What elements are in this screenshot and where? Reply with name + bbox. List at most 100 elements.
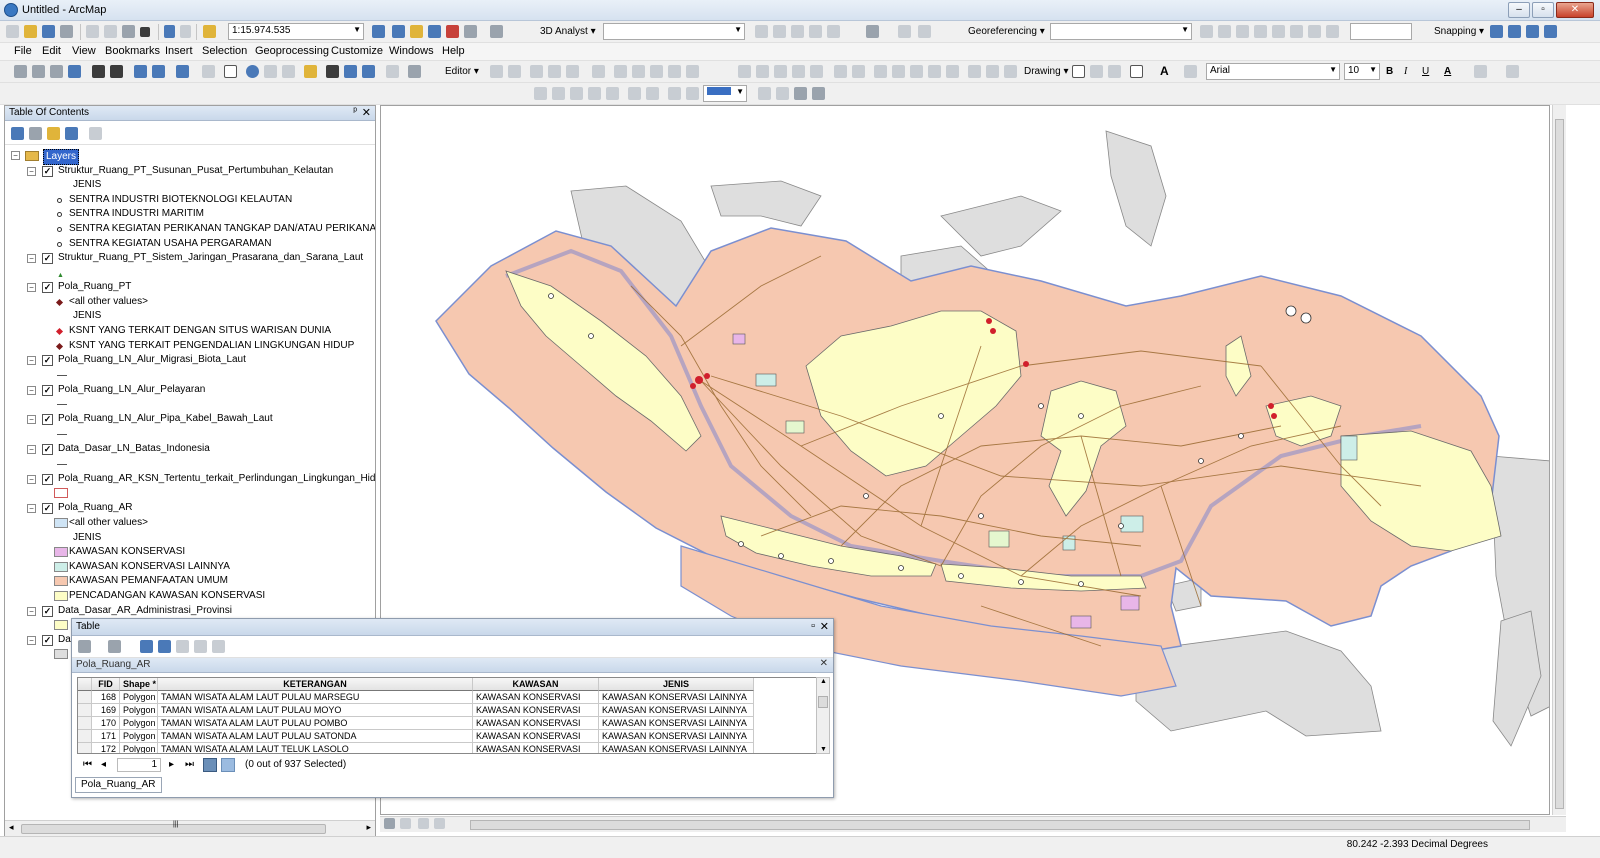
layer-visibility-checkbox[interactable]: ✓ — [42, 635, 53, 646]
menu-edit[interactable]: Edit — [42, 45, 61, 57]
time-slider-icon[interactable] — [386, 65, 399, 78]
3d-tool-7-icon[interactable] — [918, 25, 931, 38]
create-viewer-icon[interactable] — [408, 65, 421, 78]
close-button[interactable]: ✕ — [1556, 2, 1594, 18]
column-header[interactable]: KETERANGAN — [158, 678, 473, 691]
go-forward-icon[interactable] — [152, 65, 165, 78]
topology-tool-8-icon[interactable] — [874, 65, 887, 78]
map-scale-combo[interactable]: 1:15.974.535 ▼ — [228, 23, 364, 40]
topology-tool-1-icon[interactable] — [738, 65, 751, 78]
list-by-selection-icon[interactable] — [65, 127, 78, 140]
cut-icon[interactable] — [86, 25, 99, 38]
topology-tool-7-icon[interactable] — [852, 65, 865, 78]
model-builder-icon[interactable] — [490, 25, 503, 38]
layout-tool-9-icon[interactable] — [686, 87, 699, 100]
topology-tool-4-icon[interactable] — [792, 65, 805, 78]
menu-windows[interactable]: Windows — [389, 45, 434, 57]
arctoolbox-icon[interactable] — [446, 25, 459, 38]
3d-tool-6-icon[interactable] — [898, 25, 911, 38]
georef-tool-5-icon[interactable] — [1272, 25, 1285, 38]
print-icon[interactable] — [60, 25, 73, 38]
underline-button[interactable]: U — [1422, 66, 1429, 77]
collapse-icon[interactable]: − — [11, 151, 20, 160]
map-horizontal-scrollbar[interactable] — [380, 816, 1566, 832]
layout-tool-11-icon[interactable] — [776, 87, 789, 100]
toc-layer[interactable]: − ✓ Data_Dasar_AR_Administrasi_Provinsi — [5, 604, 373, 618]
toc-layer[interactable]: − ✓ Pola_Ruang_PT — [5, 280, 373, 294]
row-selector[interactable] — [78, 743, 92, 753]
select-elements-icon[interactable] — [224, 65, 237, 78]
zoom-out-icon[interactable] — [32, 65, 45, 78]
identify-icon[interactable] — [246, 65, 259, 78]
grid-scroll-down-icon[interactable]: ▼ — [820, 746, 827, 753]
georef-tool-2-icon[interactable] — [1218, 25, 1231, 38]
toc-layer[interactable]: − ✓ Pola_Ruang_LN_Alur_Pipa_Kabel_Bawah_La… — [5, 412, 373, 426]
topology-tool-13-icon[interactable] — [968, 65, 981, 78]
topology-tool-10-icon[interactable] — [910, 65, 923, 78]
menu-customize[interactable]: Customize — [331, 45, 383, 57]
catalog-window-icon[interactable] — [410, 25, 423, 38]
pin-icon[interactable]: ᵖ — [353, 106, 357, 117]
end-point-arc-icon[interactable] — [548, 65, 561, 78]
layout-tool-5-icon[interactable] — [606, 87, 619, 100]
drawing-menu[interactable]: Drawing ▾ — [1024, 66, 1068, 77]
toc-layer[interactable]: − ✓ Pola_Ruang_AR_KSN_Tertentu_terkait_Per… — [5, 472, 375, 486]
layer-visibility-checkbox[interactable]: ✓ — [42, 253, 53, 264]
measure-icon[interactable] — [304, 65, 317, 78]
topology-tool-2-icon[interactable] — [756, 65, 769, 78]
row-selector[interactable] — [78, 730, 92, 743]
show-all-records-icon[interactable] — [203, 758, 217, 772]
layer-visibility-checkbox[interactable]: ✓ — [42, 606, 53, 617]
clear-table-selection-icon[interactable] — [176, 640, 189, 653]
collapse-icon[interactable]: − — [27, 636, 36, 645]
list-by-source-icon[interactable] — [29, 127, 42, 140]
column-header[interactable]: JENIS — [599, 678, 754, 691]
toc-layer[interactable]: − ✓ Pola_Ruang_AR — [5, 501, 373, 515]
callout-icon[interactable] — [1184, 65, 1197, 78]
layer-visibility-checkbox[interactable]: ✓ — [42, 414, 53, 425]
collapse-icon[interactable]: − — [27, 475, 36, 484]
drawing-select-icon[interactable] — [1072, 65, 1085, 78]
toc-layer[interactable]: − ✓ Struktur_Ruang_PT_Susunan_Pusat_Pertum… — [5, 164, 373, 178]
topology-tool-5-icon[interactable] — [810, 65, 823, 78]
layout-tool-3-icon[interactable] — [570, 87, 583, 100]
layout-tool-2-icon[interactable] — [552, 87, 565, 100]
select-features-icon[interactable] — [176, 65, 189, 78]
switch-selection-icon[interactable] — [158, 640, 171, 653]
georef-tool-1-icon[interactable] — [1200, 25, 1213, 38]
layout-zoom-combo[interactable]: ▼ — [703, 85, 747, 102]
georef-tool-6-icon[interactable] — [1290, 25, 1303, 38]
topology-tool-15-icon[interactable] — [1004, 65, 1017, 78]
rotate-element-icon[interactable] — [1090, 65, 1103, 78]
topology-tool-3-icon[interactable] — [774, 65, 787, 78]
show-selected-records-icon[interactable] — [221, 758, 235, 772]
goto-xy-icon[interactable] — [362, 65, 375, 78]
topology-tool-12-icon[interactable] — [946, 65, 959, 78]
menu-geoprocessing[interactable]: Geoprocessing — [255, 45, 329, 57]
snapping-menu[interactable]: Snapping ▾ — [1434, 26, 1484, 37]
layer-visibility-checkbox[interactable]: ✓ — [42, 282, 53, 293]
layout-tool-6-icon[interactable] — [628, 87, 641, 100]
delete-icon[interactable] — [140, 27, 150, 37]
refresh-view-icon[interactable] — [418, 818, 429, 829]
grid-scroll-thumb[interactable] — [818, 696, 828, 708]
trace-icon[interactable] — [566, 65, 579, 78]
edit-annotation-icon[interactable] — [508, 65, 521, 78]
map-vertical-scrollbar[interactable] — [1552, 105, 1566, 815]
line-color-icon[interactable] — [1506, 65, 1519, 78]
undo-icon[interactable] — [164, 25, 175, 38]
3d-tool-1-icon[interactable] — [755, 25, 768, 38]
georef-tool-3-icon[interactable] — [1236, 25, 1249, 38]
copy-icon[interactable] — [104, 25, 117, 38]
minimize-button[interactable]: – — [1508, 2, 1530, 18]
go-back-icon[interactable] — [134, 65, 147, 78]
layout-tool-10-icon[interactable] — [758, 87, 771, 100]
toc-close-button[interactable]: ✕ — [362, 106, 371, 119]
collapse-icon[interactable]: − — [27, 167, 36, 176]
menu-bookmarks[interactable]: Bookmarks — [105, 45, 160, 57]
select-by-attributes-icon[interactable] — [140, 640, 153, 653]
georef-tool-4-icon[interactable] — [1254, 25, 1267, 38]
fill-color-icon[interactable] — [1474, 65, 1487, 78]
menu-file[interactable]: File — [14, 45, 32, 57]
previous-record-button[interactable]: ◂ — [101, 759, 106, 770]
